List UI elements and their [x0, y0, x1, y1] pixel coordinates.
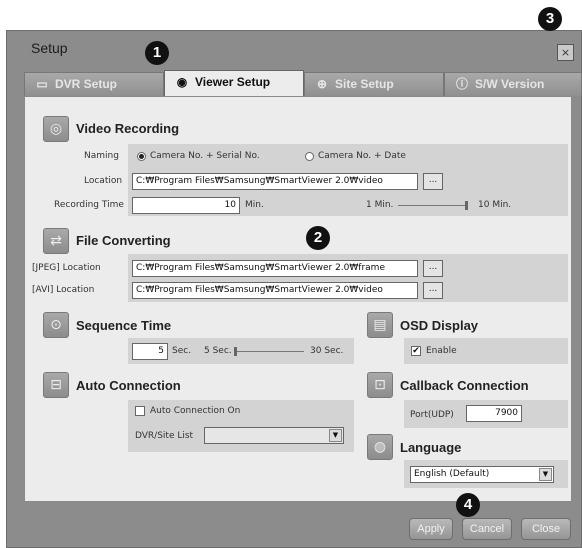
callout-badge-2: 2 — [306, 226, 330, 250]
sequence-slider-max: 30 Sec. — [310, 346, 344, 356]
tab-sw-version[interactable]: ⓘ S/W Version — [444, 72, 582, 96]
recording-slider-min: 1 Min. — [366, 200, 394, 210]
port-udp-label: Port(UDP) — [410, 410, 454, 420]
video-location-field[interactable]: C:₩Program Files₩Samsung₩SmartViewer 2.0… — [132, 173, 418, 190]
info-icon: ⓘ — [455, 77, 468, 91]
video-recording-icon: ◎ — [43, 116, 69, 142]
avi-location-field[interactable]: C:₩Program Files₩Samsung₩SmartViewer 2.0… — [132, 282, 418, 299]
close-button[interactable]: Close — [521, 518, 571, 540]
tab-label: Viewer Setup — [195, 75, 271, 89]
recording-slider-max: 10 Min. — [478, 200, 512, 210]
tab-site-setup[interactable]: ⊕ Site Setup — [304, 72, 444, 96]
window-title: Setup — [31, 40, 68, 56]
language-icon: ◍ — [367, 434, 393, 460]
jpeg-location-label: [JPEG] Location — [32, 263, 101, 273]
close-icon[interactable]: × — [557, 44, 574, 61]
file-converting-title: File Converting — [76, 233, 171, 248]
jpeg-location-browse-button[interactable]: ... — [423, 260, 443, 277]
osd-display-title: OSD Display — [400, 318, 479, 333]
sequence-time-icon: ⊙ — [43, 312, 69, 338]
auto-connection-checkbox[interactable] — [135, 406, 145, 416]
sequence-time-unit: Sec. — [172, 346, 192, 356]
osd-display-icon: ▤ — [367, 312, 393, 338]
naming-label: Naming — [84, 151, 119, 161]
naming-date-radio[interactable] — [305, 152, 314, 161]
sequence-time-slider-knob[interactable] — [234, 347, 237, 356]
sequence-time-field[interactable]: 5 — [132, 343, 168, 360]
callout-badge-3: 3 — [538, 7, 562, 31]
callback-connection-icon: ⊡ — [367, 372, 393, 398]
dvr-site-list-dropdown[interactable]: ▼ — [204, 427, 344, 444]
apply-button[interactable]: Apply — [409, 518, 453, 540]
osd-enable-checkbox[interactable]: ✔ — [411, 346, 421, 356]
dvr-site-list-label: DVR/Site List — [135, 431, 194, 441]
globe-wrench-icon: ⊕ — [316, 77, 328, 91]
auto-connection-title: Auto Connection — [76, 378, 181, 393]
cancel-button[interactable]: Cancel — [462, 518, 512, 540]
naming-serial-label: Camera No. + Serial No. — [150, 151, 260, 161]
language-value: English (Default) — [414, 469, 490, 479]
jpeg-location-field[interactable]: C:₩Program Files₩Samsung₩SmartViewer 2.0… — [132, 260, 418, 277]
tab-label: DVR Setup — [55, 77, 118, 91]
tab-viewer-setup[interactable]: ◉ Viewer Setup — [164, 70, 304, 96]
chevron-down-icon: ▼ — [539, 468, 552, 481]
location-label: Location — [84, 176, 123, 186]
tab-label: Site Setup — [335, 77, 394, 91]
video-location-browse-button[interactable]: ... — [423, 173, 443, 190]
avi-location-label: [AVI] Location — [32, 285, 95, 295]
port-udp-field[interactable]: 7900 — [466, 405, 522, 422]
sequence-slider-min: 5 Sec. — [204, 346, 232, 356]
naming-serial-radio[interactable] — [137, 152, 146, 161]
language-title: Language — [400, 440, 462, 455]
sequence-time-title: Sequence Time — [76, 318, 172, 333]
eye-wrench-icon: ◉ — [176, 75, 188, 89]
callback-connection-title: Callback Connection — [400, 378, 529, 393]
file-converting-icon: ⇄ — [43, 228, 69, 254]
language-dropdown[interactable]: English (Default) ▼ — [410, 466, 554, 483]
chevron-down-icon: ▼ — [329, 429, 342, 442]
osd-enable-label: Enable — [426, 346, 457, 356]
naming-date-label: Camera No. + Date — [318, 151, 406, 161]
callout-badge-1: 1 — [145, 41, 169, 65]
dvr-icon: ▭ — [36, 77, 48, 91]
recording-time-slider[interactable] — [398, 205, 468, 206]
sequence-time-slider[interactable] — [234, 351, 304, 352]
recording-time-unit: Min. — [245, 200, 264, 210]
recording-time-field[interactable]: 10 — [132, 197, 240, 214]
recording-time-label: Recording Time — [54, 200, 124, 210]
tab-bar: ▭ DVR Setup ◉ Viewer Setup ⊕ Site Setup ⓘ S/… — [24, 70, 582, 96]
auto-connection-label: Auto Connection On — [150, 406, 241, 416]
tab-dvr-setup[interactable]: ▭ DVR Setup — [24, 72, 164, 96]
tab-label: S/W Version — [475, 77, 545, 91]
recording-time-slider-knob[interactable] — [465, 201, 468, 210]
video-recording-title: Video Recording — [76, 121, 180, 136]
callout-badge-4: 4 — [456, 493, 480, 517]
auto-connection-icon: ⊟ — [43, 372, 69, 398]
avi-location-browse-button[interactable]: ... — [423, 282, 443, 299]
